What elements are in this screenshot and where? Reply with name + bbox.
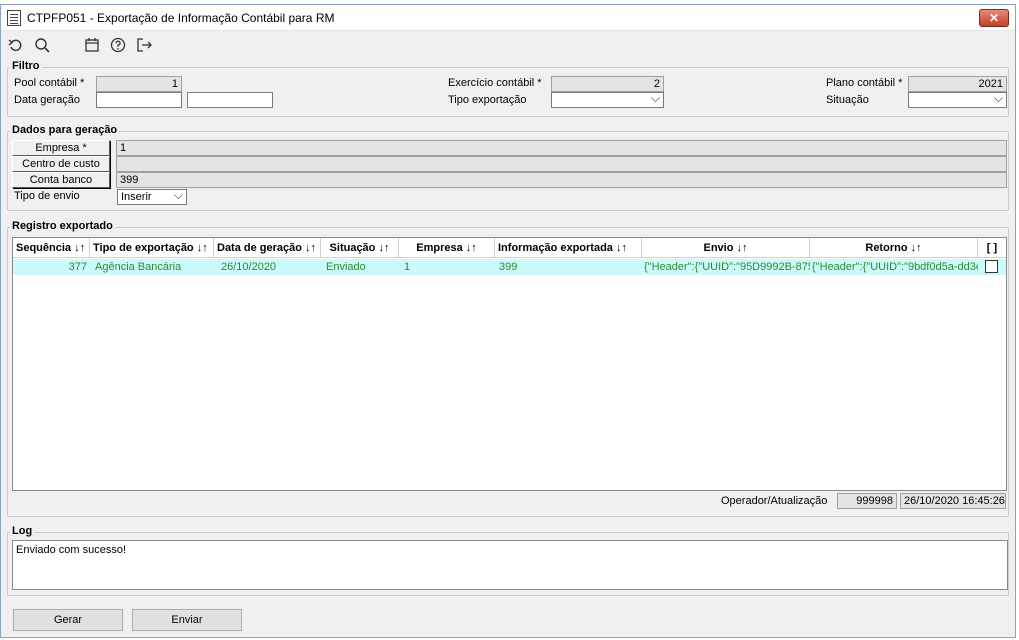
exit-icon[interactable] [135,37,153,55]
plano-field[interactable]: 2021 [908,76,1007,92]
log-legend: Log [10,525,35,537]
centro-custo-field[interactable] [116,156,1007,172]
gerar-button[interactable]: Gerar [13,609,123,631]
tipo-envio-value: Inserir [121,191,152,203]
pool-field[interactable]: 1 [96,76,182,92]
data-geracao-label: Data geração [14,94,81,106]
cell-informacao: 399 [499,261,518,273]
plano-label: Plano contábil * [826,77,903,89]
col-select-all[interactable]: [ ] [978,238,1006,258]
title-bar: CTPFP051 - Exportação de Informação Cont… [1,5,1015,31]
close-button[interactable]: ✕ [979,9,1009,27]
cell-empresa: 1 [404,261,411,273]
toolbar [1,33,1015,59]
conta-banco-field[interactable]: 399 [116,172,1007,188]
situacao-select[interactable] [908,92,1007,108]
col-tipo-exportacao[interactable]: Tipo de exportação ↓↑ [90,238,214,258]
log-textarea[interactable]: Enviado com sucesso! [12,540,1008,590]
empresa-field[interactable]: 1 [116,140,1007,156]
cell-envio: {"Header":{"UUID":"95D9992B-875 [644,261,810,273]
col-retorno[interactable]: Retorno ↓↑ [810,238,978,258]
cell-data: 26/10/2020 [221,261,277,273]
operador-field: 999998 [837,493,897,509]
registro-table: Sequência ↓↑ Tipo de exportação ↓↑ Data … [12,237,1007,491]
exercicio-label: Exercício contábil * [448,77,542,89]
conta-banco-lookup-button[interactable]: Conta banco [12,172,110,188]
col-informacao-exportada[interactable]: Informação exportada ↓↑ [495,238,642,258]
cell-situacao: Enviado [326,261,366,273]
main-window: CTPFP051 - Exportação de Informação Cont… [0,4,1016,638]
registro-legend: Registro exportado [10,220,115,232]
col-situacao[interactable]: Situação ↓↑ [321,238,399,258]
centro-custo-lookup-button[interactable]: Centro de custo [12,156,110,172]
exercicio-field[interactable]: 2 [551,76,664,92]
table-header: Sequência ↓↑ Tipo de exportação ↓↑ Data … [13,238,1006,258]
tipo-envio-label: Tipo de envio [14,190,80,202]
table-row[interactable]: 377 Agência Bancária 26/10/2020 Enviado … [13,259,1006,275]
calendar-icon[interactable] [83,37,101,55]
window-title: CTPFP051 - Exportação de Informação Cont… [27,11,335,25]
col-empresa[interactable]: Empresa ↓↑ [399,238,495,258]
dados-legend: Dados para geração [10,124,120,136]
tipo-envio-select[interactable]: Inserir [117,189,187,205]
filtro-legend: Filtro [10,60,42,72]
tipo-exportacao-label: Tipo exportação [448,94,527,106]
cell-sequencia: 377 [68,261,87,273]
situacao-label: Situação [826,94,869,106]
document-icon [7,10,21,26]
search-icon[interactable] [33,37,51,55]
pool-label: Pool contábil * [14,77,85,89]
data-geracao-to-input[interactable] [187,92,273,108]
cell-tipo: Agência Bancária [95,261,182,273]
row-select-checkbox[interactable] [985,260,998,273]
data-geracao-from-input[interactable] [96,92,182,108]
help-icon[interactable] [109,37,127,55]
enviar-button[interactable]: Enviar [132,609,242,631]
col-envio[interactable]: Envio ↓↑ [642,238,810,258]
operador-label: Operador/Atualização [721,495,828,507]
atualizacao-field: 26/10/2020 16:45:26 [900,493,1006,509]
undo-icon[interactable] [7,37,25,55]
col-data-geracao[interactable]: Data de geração ↓↑ [214,238,321,258]
empresa-lookup-button[interactable]: Empresa * [12,140,110,156]
col-sequencia[interactable]: Sequência ↓↑ [13,238,90,258]
cell-retorno: {"Header":{"UUID":"9bdf0d5a-dd3e [812,261,978,273]
tipo-exportacao-select[interactable] [551,92,664,108]
